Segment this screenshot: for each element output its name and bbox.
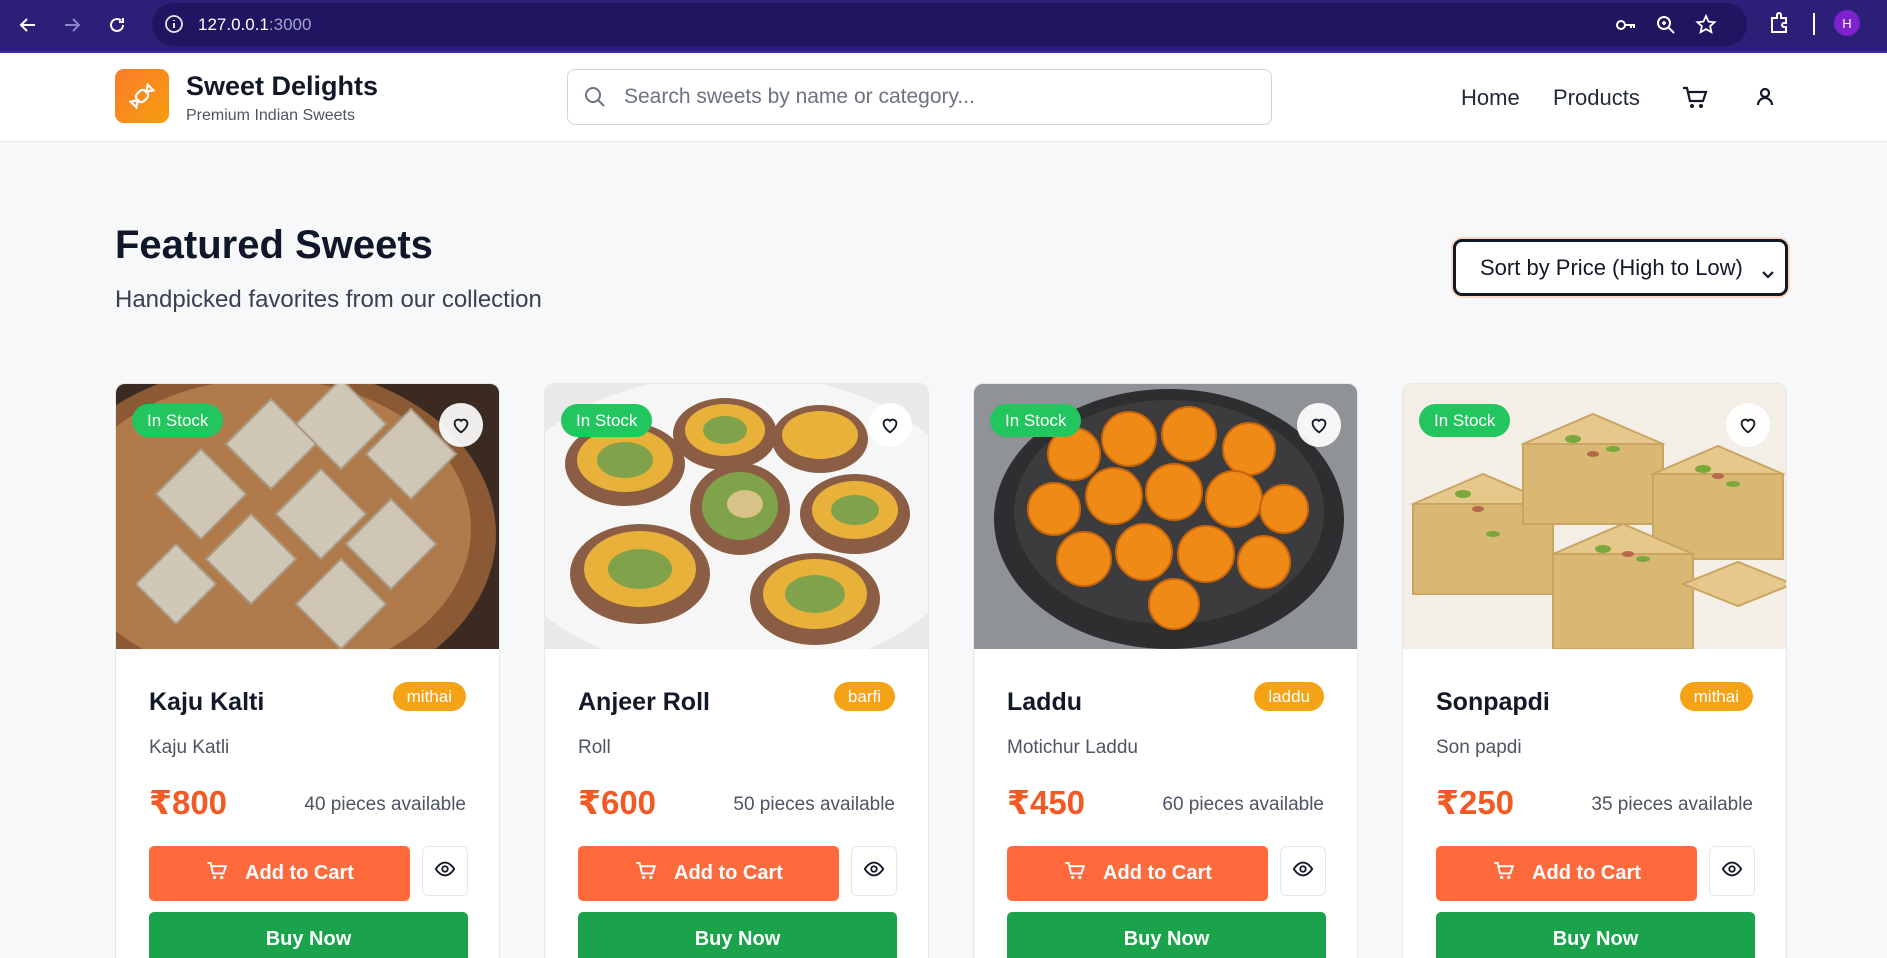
quick-view-button[interactable] (851, 846, 897, 896)
site-info-icon[interactable] (164, 14, 184, 34)
address-bar[interactable]: 127.0.0.1:3000 (152, 3, 1747, 46)
add-to-cart-label: Add to Cart (1532, 862, 1641, 884)
product-image[interactable]: In Stock (1403, 384, 1786, 649)
eye-icon (863, 858, 885, 885)
product-price: ₹600 (578, 784, 657, 821)
nav-home[interactable]: Home (1461, 85, 1520, 111)
add-to-cart-button[interactable]: Add to Cart (149, 846, 410, 901)
url-text: 127.0.0.1:3000 (198, 15, 312, 34)
zoom-icon[interactable] (1654, 13, 1678, 37)
product-card: In Stock Kaju Kalti mithai Kaju Katli ₹8… (115, 383, 500, 958)
product-card: In Stock Anjeer Roll barfi Roll ₹600 50 … (544, 383, 929, 958)
heart-icon[interactable] (439, 403, 483, 447)
forward-arrow-icon[interactable] (57, 10, 87, 40)
product-price: ₹250 (1436, 784, 1515, 821)
product-image[interactable]: In Stock (116, 384, 499, 649)
cart-icon (205, 859, 229, 889)
eye-icon (1721, 858, 1743, 885)
category-badge: mithai (392, 682, 466, 711)
in-stock-badge: In Stock (561, 404, 653, 437)
profile-avatar[interactable]: H (1834, 10, 1860, 36)
stock-count: 60 pieces available (1162, 794, 1324, 815)
buy-now-button[interactable]: Buy Now (578, 912, 897, 958)
bookmark-star-icon[interactable] (1694, 13, 1718, 37)
product-description: Roll (578, 737, 611, 758)
add-to-cart-label: Add to Cart (1103, 862, 1212, 884)
site-header: Sweet Delights Premium Indian Sweets Hom… (0, 53, 1887, 142)
buy-now-button[interactable]: Buy Now (149, 912, 468, 958)
quick-view-button[interactable] (1709, 846, 1755, 896)
buy-now-button[interactable]: Buy Now (1007, 912, 1326, 958)
cart-icon (1063, 859, 1087, 889)
product-image[interactable]: In Stock (974, 384, 1357, 649)
product-description: Motichur Laddu (1007, 737, 1138, 758)
product-card: In Stock Sonpapdi mithai Son papdi ₹250 … (1402, 383, 1787, 958)
product-name[interactable]: Laddu (1007, 688, 1082, 717)
cart-icon (634, 859, 658, 889)
category-badge: mithai (1679, 682, 1753, 711)
product-price: ₹450 (1007, 784, 1086, 821)
heart-icon[interactable] (868, 403, 912, 447)
back-arrow-icon[interactable] (13, 10, 43, 40)
product-name[interactable]: Anjeer Roll (578, 688, 710, 717)
heart-icon[interactable] (1726, 403, 1770, 447)
add-to-cart-button[interactable]: Add to Cart (1007, 846, 1268, 901)
product-name[interactable]: Sonpapdi (1436, 688, 1550, 717)
search-input[interactable] (624, 78, 1244, 116)
in-stock-badge: In Stock (132, 404, 224, 437)
search-icon (584, 86, 606, 108)
sort-dropdown[interactable]: Sort by Price (High to Low) (1453, 239, 1788, 296)
in-stock-badge: In Stock (990, 404, 1082, 437)
chevron-down-icon (1761, 261, 1775, 279)
product-price: ₹800 (149, 784, 228, 821)
password-key-icon[interactable] (1614, 13, 1638, 37)
add-to-cart-button[interactable]: Add to Cart (1436, 846, 1697, 901)
product-description: Son papdi (1436, 737, 1522, 758)
in-stock-badge: In Stock (1419, 404, 1511, 437)
user-icon[interactable] (1750, 83, 1780, 113)
add-to-cart-button[interactable]: Add to Cart (578, 846, 839, 901)
quick-view-button[interactable] (1280, 846, 1326, 896)
product-name[interactable]: Kaju Kalti (149, 688, 264, 717)
reload-icon[interactable] (102, 10, 132, 40)
cart-icon (1492, 859, 1516, 889)
category-badge: barfi (833, 682, 895, 711)
stock-count: 35 pieces available (1591, 794, 1753, 815)
sort-selected-value: Sort by Price (High to Low) (1480, 254, 1743, 280)
nav-products[interactable]: Products (1553, 85, 1640, 111)
extensions-puzzle-icon[interactable] (1767, 10, 1795, 38)
add-to-cart-label: Add to Cart (674, 862, 783, 884)
eye-icon (1292, 858, 1314, 885)
eye-icon (434, 858, 456, 885)
brand-name[interactable]: Sweet Delights (186, 71, 378, 102)
cart-icon[interactable] (1680, 83, 1710, 113)
product-card: In Stock Laddu laddu Motichur Laddu ₹450… (973, 383, 1358, 958)
search-bar (567, 69, 1272, 125)
buy-now-button[interactable]: Buy Now (1436, 912, 1755, 958)
page-title: Featured Sweets (115, 223, 433, 267)
add-to-cart-label: Add to Cart (245, 862, 354, 884)
toolbar-divider (1813, 13, 1815, 35)
product-image[interactable]: In Stock (545, 384, 928, 649)
stock-count: 40 pieces available (304, 794, 466, 815)
heart-icon[interactable] (1297, 403, 1341, 447)
stock-count: 50 pieces available (733, 794, 895, 815)
candy-logo-icon[interactable] (115, 69, 169, 123)
category-badge: laddu (1254, 682, 1324, 711)
browser-toolbar: 127.0.0.1:3000 H (0, 0, 1887, 53)
quick-view-button[interactable] (422, 846, 468, 896)
brand-tagline: Premium Indian Sweets (186, 107, 355, 124)
page-subtitle: Handpicked favorites from our collection (115, 286, 542, 313)
product-description: Kaju Katli (149, 737, 230, 758)
